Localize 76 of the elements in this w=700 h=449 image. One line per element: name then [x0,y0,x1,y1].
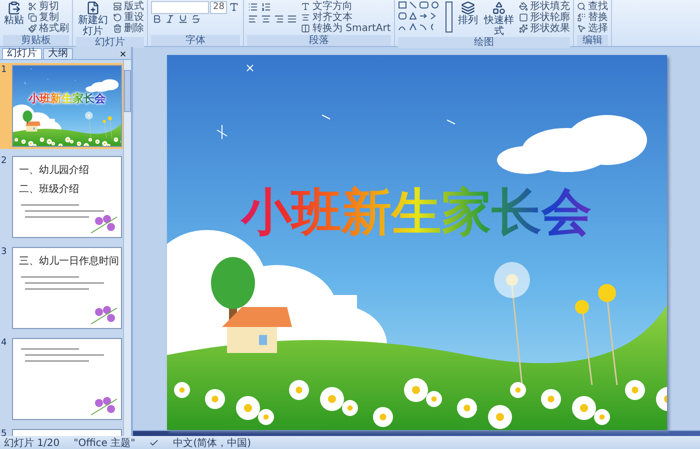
strikethrough-icon[interactable] [190,13,202,25]
trash-icon [113,24,122,33]
square-outline-icon [518,13,528,22]
ribbon-button[interactable]: 替换 [576,12,608,23]
paint-bucket-icon [518,2,528,11]
slide-thumbnail[interactable] [12,338,122,420]
thumbnail-text: 一、幼儿园介绍 [19,165,89,176]
slide-thumbnail[interactable]: 三、幼儿一日作息时间 [12,247,122,329]
theme-name: "Office 主题" [74,436,136,449]
paintbrush-icon [28,24,37,33]
slide-number: 5 [1,429,8,436]
paste-icon [7,1,21,15]
slide-counter: 幻灯片 1/20 [4,436,60,449]
align-text-icon [301,13,310,22]
layers-icon [460,1,475,15]
thumbnail-text: 二、班级介绍 [19,184,79,195]
copy-icon [28,13,37,22]
group-label: 编辑 [576,35,608,46]
ribbon-button[interactable]: 对齐文本 [301,12,391,23]
panel-tab[interactable]: 幻灯片 [2,48,42,59]
grow-font-icon[interactable] [228,1,240,13]
ribbon-button[interactable]: 删除 [113,23,144,34]
ribbon-button[interactable]: 形状效果 [518,23,570,34]
ribbon-button[interactable]: 格式刷 [28,23,69,34]
close-icon[interactable] [119,50,127,58]
slide-number: 3 [1,247,8,259]
ribbon-button[interactable]: 查找 [576,1,608,12]
numbered-list-icon[interactable] [260,1,272,13]
shapes-icon [492,1,506,15]
group-label: 段落 [247,35,391,46]
reset-icon [113,13,122,22]
align-right-icon[interactable] [273,13,286,25]
font-size-field[interactable]: 28 [210,0,228,14]
replace-icon [576,13,586,22]
new-slide-icon [86,1,100,15]
ribbon-large-button[interactable]: 排列 [456,1,479,26]
group-label: 剪贴板 [3,35,69,46]
ribbon-button[interactable]: 选择 [576,23,608,34]
columns-icon [301,24,310,33]
bold-icon[interactable] [151,13,163,25]
search-icon [576,2,586,11]
slide-number: 4 [1,338,8,350]
layout-icon [113,2,122,11]
slide-thumbnail[interactable]: 一、幼儿园介绍 二、班级介绍 [12,156,122,238]
ribbon-button[interactable]: 形状填充 [518,1,570,12]
shapes-gallery-icon[interactable] [398,1,454,33]
text-direction-icon [301,2,310,11]
scissors-icon [28,2,37,11]
ribbon-button[interactable]: 转换为 SmartArt [301,23,391,34]
thumbnail-text: 三、幼儿一日作息时间 [19,256,119,267]
group-label: 绘图 [398,37,570,48]
language-label: 中文(简体，中国) [173,436,252,449]
panel-tab[interactable]: 大纲 [43,48,73,59]
scrollbar[interactable] [123,60,131,436]
font-name-field[interactable] [151,0,209,14]
spellcheck-icon[interactable] [149,438,160,448]
ribbon-button[interactable]: 文字方向 [301,1,391,12]
justify-icon[interactable] [286,13,298,25]
sparkles-icon [518,24,528,33]
ribbon-large-button[interactable]: 新建幻灯片 [76,1,110,37]
group-label: 字体 [151,35,240,46]
ribbon-button[interactable]: 重设 [113,12,144,23]
underline-icon[interactable] [177,13,189,25]
ribbon-button[interactable]: 形状轮廓 [518,12,570,23]
ribbon-button[interactable]: 剪切 [28,1,69,12]
italic-icon[interactable] [164,13,176,25]
slide-number: 2 [1,156,8,168]
align-center-icon[interactable] [260,13,272,25]
ribbon-large-button[interactable]: 快速样式 [482,1,516,37]
ribbon-large-button[interactable]: 粘贴 [3,1,25,26]
group-label: 幻灯片 [76,37,144,48]
ribbon-button[interactable]: 版式 [113,1,144,12]
align-left-icon[interactable] [247,13,260,25]
ribbon-button[interactable]: 复制 [28,12,69,23]
pointer-icon [576,24,586,33]
slide-number: 1 [1,65,8,77]
